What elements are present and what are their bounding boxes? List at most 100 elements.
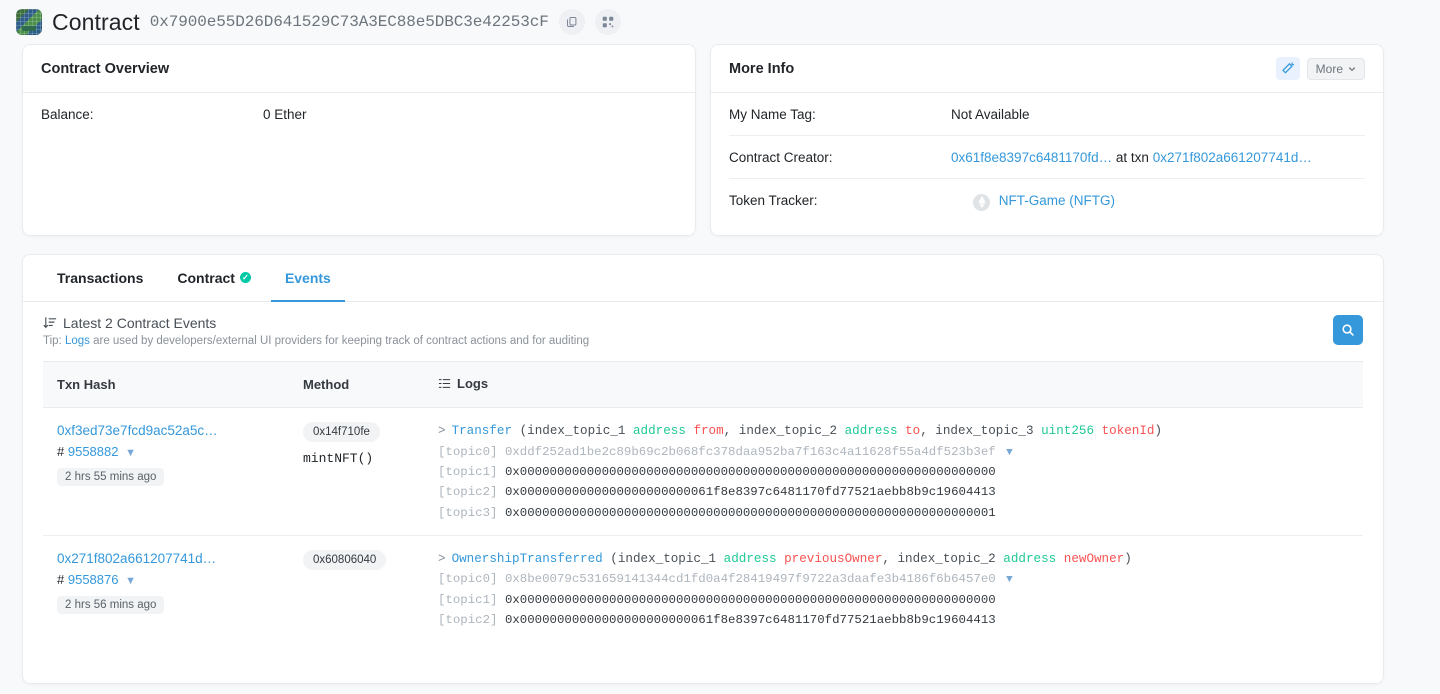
cell-logs: > OwnershipTransferred (index_topic_1 add…: [426, 535, 1363, 642]
topic-label: [topic0]: [438, 572, 498, 587]
topic-row: [topic0] 0xddf252ad1be2c89b69c2b068fc378…: [438, 442, 1351, 463]
events-header: Latest 2 Contract Events Tip: Logs are u…: [23, 302, 1383, 355]
topic-label: [topic1]: [438, 592, 498, 607]
page-title: Contract: [52, 8, 140, 35]
cell-txn-hash: 0x271f802a661207741d… # 9558876 ▼ 2 hrs …: [43, 535, 291, 642]
more-info-card: More Info More My Name Tag: Not Availabl…: [710, 44, 1384, 236]
cell-method: 0x14f710fe mintNFT(): [291, 407, 426, 536]
contract-creator-label: Contract Creator:: [729, 150, 833, 165]
topic-label: [topic3]: [438, 505, 498, 520]
contract-creator-row: Contract Creator: 0x61f8e8397c6481170fd……: [711, 136, 1383, 165]
contract-creator-value: 0x61f8e8397c6481170fd… at txn 0x271f802a…: [951, 150, 1312, 165]
cell-logs: > Transfer (index_topic_1 address from, i…: [426, 407, 1363, 536]
balance-row: Balance: 0 Ether: [23, 93, 695, 122]
chevron-right-icon[interactable]: >: [438, 424, 446, 438]
copy-icon[interactable]: [558, 9, 585, 35]
token-tracker-value: NFT-Game (NFTG): [951, 193, 1115, 211]
events-heading-row: Latest 2 Contract Events: [43, 315, 589, 331]
tab-transactions[interactable]: Transactions: [43, 255, 157, 302]
cell-txn-hash: 0xf3ed73e7fcd9ac52a5c… # 9558882 ▼ 2 hrs…: [43, 407, 291, 536]
block-prefix: #: [57, 571, 65, 587]
txn-hash-link[interactable]: 0x271f802a661207741d…: [57, 551, 216, 566]
col-txn-hash: Txn Hash: [43, 361, 291, 408]
event-signature: > Transfer (index_topic_1 address from, i…: [438, 422, 1351, 442]
topic-label: [topic1]: [438, 465, 498, 480]
token-tracker-row: Token Tracker: NFT-Game (NFTG): [711, 179, 1383, 211]
block-link[interactable]: 9558882: [68, 444, 119, 459]
age-badge: 2 hrs 55 mins ago: [57, 468, 165, 486]
topic-label: [topic2]: [438, 613, 498, 628]
topic-row: [topic2] 0x00000000000000000000000061f8e…: [438, 482, 1351, 502]
chevron-down-icon: [1348, 66, 1356, 71]
topic-row: [topic1] 0x00000000000000000000000000000…: [438, 590, 1351, 610]
sort-descending-icon: [43, 317, 57, 329]
search-icon[interactable]: [1333, 315, 1363, 345]
events-heading: Latest 2 Contract Events: [63, 315, 217, 331]
events-header-row: Txn Hash Method Logs: [43, 361, 1363, 408]
topic-value: 0x8be0079c531659141344cd1fd0a4f28419497f…: [504, 572, 996, 587]
funnel-filter-icon[interactable]: ▼: [1006, 574, 1013, 586]
balance-value: 0 Ether: [263, 107, 307, 122]
chevron-right-icon[interactable]: >: [438, 552, 446, 566]
at-txn-label: at txn: [1115, 150, 1149, 165]
method-selector-badge: 0x14f710fe: [303, 422, 380, 442]
topic-row: [topic1] 0x00000000000000000000000000000…: [438, 462, 1351, 482]
contract-tabs-panel: Transactions Contract ✓ Events Latest 2 …: [22, 254, 1384, 684]
logs-list-icon: [438, 379, 451, 388]
funnel-filter-icon[interactable]: ▼: [125, 575, 136, 587]
col-logs-label: Logs: [457, 376, 489, 391]
balance-label: Balance:: [41, 107, 94, 122]
topic-value: 0x00000000000000000000000000000000000000…: [504, 592, 996, 607]
funnel-filter-icon[interactable]: ▼: [125, 447, 136, 459]
block-link[interactable]: 9558876: [68, 572, 119, 587]
more-dropdown-button[interactable]: More: [1306, 57, 1365, 80]
token-tracker-label: Token Tracker:: [729, 193, 818, 208]
funnel-filter-icon[interactable]: ▼: [1006, 447, 1013, 459]
block-line: # 9558882 ▼: [57, 444, 279, 459]
contract-address: 0x7900e55D26D641529C73A3EC88e5DBC3e42253…: [149, 13, 549, 31]
signature-params: (index_topic_1 address previousOwner, in…: [610, 551, 1132, 566]
more-info-header: More Info More: [711, 45, 1383, 93]
name-tag-row: My Name Tag: Not Available: [711, 93, 1383, 122]
block-prefix: #: [57, 444, 65, 459]
magic-wand-icon[interactable]: [1275, 57, 1300, 80]
token-tracker-link[interactable]: NFT-Game (NFTG): [999, 193, 1115, 208]
contract-overview-title: Contract Overview: [41, 60, 170, 77]
method-selector-badge: 0x60806040: [303, 549, 387, 570]
cell-method: 0x60806040: [291, 535, 426, 642]
topic-label: [topic2]: [438, 485, 498, 500]
event-name[interactable]: OwnershipTransferred: [452, 552, 603, 566]
topic-value: 0x00000000000000000000000061f8e8397c6481…: [504, 485, 996, 500]
topic-value: 0x00000000000000000000000061f8e8397c6481…: [504, 613, 996, 628]
age-badge: 2 hrs 56 mins ago: [57, 595, 165, 614]
event-signature: > OwnershipTransferred (index_topic_1 add…: [438, 550, 1351, 570]
qr-code-icon[interactable]: [594, 9, 621, 35]
summary-cards-row: Contract Overview Balance: 0 Ether More …: [0, 44, 1440, 236]
tab-transactions-label: Transactions: [57, 269, 144, 286]
logs-link[interactable]: Logs: [65, 335, 90, 347]
events-header-text: Latest 2 Contract Events Tip: Logs are u…: [43, 315, 589, 347]
signature-params: (index_topic_1 address from, index_topic…: [519, 424, 1163, 438]
block-line: # 9558876 ▼: [57, 572, 279, 587]
more-info-title: More Info: [729, 60, 795, 77]
topic-value: 0xddf252ad1be2c89b69c2b068fc378daa952ba7…: [504, 444, 996, 459]
tab-events[interactable]: Events: [270, 255, 345, 302]
more-info-actions: More: [1275, 57, 1365, 80]
creator-address-link[interactable]: 0x61f8e8397c6481170fd…: [951, 150, 1112, 165]
creator-txn-link[interactable]: 0x271f802a661207741d…: [1153, 150, 1312, 165]
name-tag-label: My Name Tag:: [729, 107, 816, 122]
ethereum-token-icon: [973, 193, 990, 211]
method-name: mintNFT(): [303, 451, 374, 466]
tip-prefix: Tip:: [43, 335, 62, 347]
contract-overview-card: Contract Overview Balance: 0 Ether: [22, 44, 696, 236]
event-name[interactable]: Transfer: [452, 424, 512, 438]
name-tag-value: Not Available: [951, 107, 1030, 122]
tab-contract[interactable]: Contract ✓: [163, 255, 265, 302]
table-row: 0xf3ed73e7fcd9ac52a5c… # 9558882 ▼ 2 hrs…: [43, 407, 1363, 536]
events-table: Txn Hash Method Logs 0xf3ed73e7fcd9ac52a…: [43, 361, 1363, 642]
tab-bar: Transactions Contract ✓ Events: [23, 255, 1383, 302]
tab-events-label: Events: [284, 269, 331, 286]
txn-hash-link[interactable]: 0xf3ed73e7fcd9ac52a5c…: [57, 423, 218, 438]
more-dropdown-label: More: [1315, 61, 1343, 76]
topic-label: [topic0]: [438, 444, 498, 459]
